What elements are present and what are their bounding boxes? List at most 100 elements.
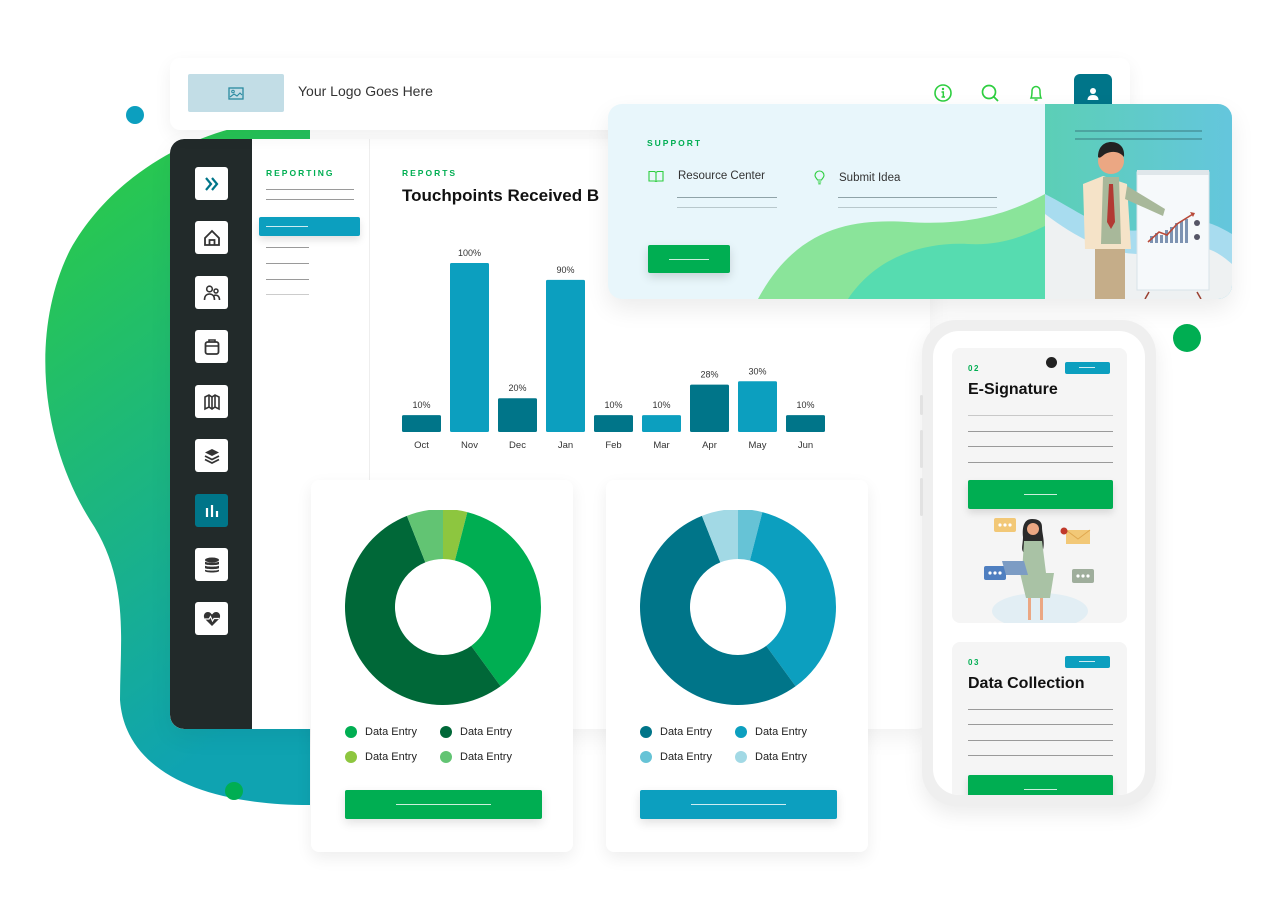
donut-card-green-button[interactable] bbox=[345, 790, 542, 819]
bar-value-label: 10% bbox=[796, 400, 814, 410]
book-icon bbox=[648, 170, 664, 182]
presenter-illustration bbox=[1045, 104, 1232, 299]
support-label: SUPPORT bbox=[647, 138, 703, 148]
resource-center-link[interactable]: Resource Center bbox=[648, 170, 765, 182]
resource-center-line bbox=[677, 207, 777, 208]
donut-legend-teal: Data Entry Data Entry Data Entry Data Entry bbox=[640, 726, 840, 763]
bar-jun[interactable] bbox=[786, 415, 825, 432]
sidebar-item-map[interactable] bbox=[195, 385, 228, 418]
legend-label: Data Entry bbox=[755, 751, 807, 763]
legend-item[interactable]: Data Entry bbox=[345, 726, 440, 738]
subnav-title: REPORTING bbox=[266, 168, 335, 178]
subnav-item[interactable] bbox=[266, 279, 309, 280]
legend-item[interactable]: Data Entry bbox=[440, 726, 535, 738]
legend-label: Data Entry bbox=[460, 751, 512, 763]
submit-idea-link[interactable]: Submit Idea bbox=[814, 170, 900, 185]
legend-label: Data Entry bbox=[365, 751, 417, 763]
legend-label: Data Entry bbox=[755, 726, 807, 738]
card-number: 03 bbox=[968, 658, 980, 667]
legend-swatch bbox=[735, 726, 747, 738]
donut-chart-green bbox=[345, 510, 541, 705]
card-number: 02 bbox=[968, 364, 980, 373]
legend-swatch bbox=[345, 726, 357, 738]
card-tag[interactable] bbox=[1065, 656, 1110, 668]
phone-camera bbox=[1046, 357, 1057, 368]
bar-mar[interactable] bbox=[642, 415, 681, 432]
support-card: SUPPORT Resource Center Submit Idea bbox=[608, 104, 1232, 299]
x-tick-label: Dec bbox=[509, 440, 526, 451]
support-action-button[interactable] bbox=[648, 245, 730, 273]
bar-oct[interactable] bbox=[402, 415, 441, 432]
legend-item[interactable]: Data Entry bbox=[735, 751, 830, 763]
sidebar-item-bar-chart[interactable] bbox=[195, 494, 228, 527]
x-tick-label: Nov bbox=[461, 440, 478, 451]
phone-side-button bbox=[920, 395, 923, 415]
subnav-line[interactable] bbox=[266, 199, 354, 200]
sidebar-item-heart-pulse[interactable] bbox=[195, 602, 228, 635]
sidebar-item-database[interactable] bbox=[195, 548, 228, 581]
legend-swatch bbox=[640, 751, 652, 763]
x-tick-label: May bbox=[749, 440, 767, 451]
bar-nov[interactable] bbox=[450, 263, 489, 432]
bar-feb[interactable] bbox=[594, 415, 633, 432]
lightbulb-icon bbox=[814, 170, 825, 185]
legend-item[interactable]: Data Entry bbox=[440, 751, 535, 763]
donut-legend-green: Data Entry Data Entry Data Entry Data Entry bbox=[345, 726, 545, 763]
subnav-item[interactable] bbox=[266, 247, 309, 248]
donut-card-green: Data Entry Data Entry Data Entry Data Entry bbox=[311, 480, 573, 852]
sidebar-item-layers[interactable] bbox=[195, 439, 228, 472]
layers-icon bbox=[204, 448, 219, 464]
sidebar-item-clipboard[interactable] bbox=[195, 330, 228, 363]
subnav-item[interactable] bbox=[266, 263, 309, 264]
legend-item[interactable]: Data Entry bbox=[640, 751, 735, 763]
search-icon[interactable] bbox=[979, 82, 1001, 104]
logo-placeholder[interactable] bbox=[188, 74, 284, 112]
legend-label: Data Entry bbox=[365, 726, 417, 738]
section-label: REPORTS bbox=[402, 168, 458, 178]
card-title: E-Signature bbox=[968, 381, 1058, 398]
donut-card-teal: Data Entry Data Entry Data Entry Data Entry bbox=[606, 480, 868, 852]
sidebar-item-chevrons-right[interactable] bbox=[195, 167, 228, 200]
x-tick-label: Mar bbox=[653, 440, 669, 451]
subnav-item-active[interactable] bbox=[259, 217, 360, 236]
phone-side-button bbox=[920, 478, 923, 516]
bar-may[interactable] bbox=[738, 381, 777, 432]
bar-apr[interactable] bbox=[690, 384, 729, 432]
legend-swatch bbox=[440, 726, 452, 738]
chevrons-right-icon bbox=[204, 176, 218, 191]
x-tick-label: Apr bbox=[702, 440, 717, 451]
database-icon bbox=[204, 557, 219, 572]
sidebar-item-users[interactable] bbox=[195, 276, 228, 309]
clipboard-icon bbox=[204, 338, 219, 355]
home-icon bbox=[203, 229, 220, 246]
legend-item[interactable]: Data Entry bbox=[345, 751, 440, 763]
subnav-item[interactable] bbox=[266, 294, 309, 295]
page-title: Touchpoints Received B bbox=[402, 186, 600, 205]
phone-card-data-collection: 03 Data Collection bbox=[952, 642, 1127, 795]
phone-mockup: 02 E-Signature 03 Data Collection bbox=[920, 320, 1156, 806]
users-icon bbox=[203, 284, 220, 300]
donut-card-teal-button[interactable] bbox=[640, 790, 837, 819]
card-tag[interactable] bbox=[1065, 362, 1110, 374]
sidebar-item-home[interactable] bbox=[195, 221, 228, 254]
esignature-button[interactable] bbox=[968, 480, 1113, 509]
bar-value-label: 10% bbox=[412, 400, 430, 410]
info-icon[interactable] bbox=[932, 82, 954, 104]
legend-label: Data Entry bbox=[660, 751, 712, 763]
decor-dot-green-bottom bbox=[225, 782, 243, 800]
phone-screen: 02 E-Signature 03 Data Collection bbox=[933, 331, 1145, 795]
heart-pulse-icon bbox=[203, 611, 220, 626]
legend-item[interactable]: Data Entry bbox=[735, 726, 830, 738]
bar-value-label: 100% bbox=[458, 248, 481, 258]
subnav-line[interactable] bbox=[266, 189, 354, 190]
map-icon bbox=[203, 393, 220, 410]
legend-swatch bbox=[345, 751, 357, 763]
bar-value-label: 90% bbox=[556, 265, 574, 275]
data-collection-button[interactable] bbox=[968, 775, 1113, 795]
bar-value-label: 20% bbox=[508, 383, 526, 393]
bar-jan[interactable] bbox=[546, 279, 585, 432]
bar-dec[interactable] bbox=[498, 398, 537, 432]
bell-icon[interactable] bbox=[1025, 82, 1047, 104]
legend-item[interactable]: Data Entry bbox=[640, 726, 735, 738]
submit-idea-label: Submit Idea bbox=[839, 171, 901, 184]
